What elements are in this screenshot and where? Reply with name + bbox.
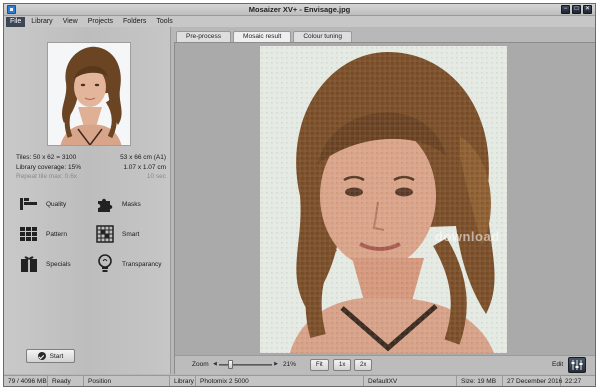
status-library-label: Library [170, 375, 196, 386]
start-button-label: Start [49, 352, 64, 360]
left-panel: Tiles: 50 x 62 = 3100 53 x 66 cm (A1) Li… [4, 27, 171, 374]
stat-row: Library coverage: 15% 1.07 x 1.07 cm [16, 163, 166, 173]
tool-specials[interactable]: Specials [18, 253, 71, 275]
quality-icon [18, 194, 40, 214]
mosaic-result-image[interactable] [260, 46, 507, 353]
transparency-icon [94, 254, 116, 274]
menu-bar: File Library View Projects Folders Tools [4, 16, 595, 27]
status-position: Position [84, 375, 170, 386]
stat-row: Repeat tile max: 0.6x 10 sec [16, 172, 166, 182]
source-image-thumbnail[interactable] [47, 42, 131, 146]
sliders-icon [571, 360, 583, 370]
zoom-fit-button[interactable]: Fit [310, 359, 329, 371]
tab-colour-tuning[interactable]: Colour tuning [293, 31, 353, 42]
edit-label: Edit [552, 361, 564, 368]
menu-library[interactable]: Library [27, 17, 56, 27]
zoom-2x-button[interactable]: 2x [354, 359, 373, 371]
zoom-toolbar: Zoom ◀ ▶ 21% Fit 1x 2x Edit [175, 355, 595, 374]
tool-masks[interactable]: Masks [94, 193, 141, 215]
masks-icon [94, 194, 116, 214]
slider-track [219, 364, 272, 366]
tool-masks-label: Masks [122, 200, 141, 208]
smart-icon [94, 224, 116, 244]
status-state: Ready [48, 375, 84, 386]
tool-quality-label: Quality [46, 200, 67, 208]
render-time-text: 10 sec [146, 173, 166, 180]
repeat-tile-text: Repeat tile max: 0.6x [16, 173, 78, 180]
main-panel: download Zoom ◀ ▶ 21% Fit 1x 2x Edit [174, 42, 595, 374]
menu-view[interactable]: View [59, 17, 82, 27]
status-library: Photomix 2 5000 [196, 375, 364, 386]
library-coverage-text: Library coverage: 15% [16, 163, 82, 171]
pattern-icon [18, 224, 40, 244]
menu-projects[interactable]: Projects [84, 17, 117, 27]
window-title: Mosaizer XV+ - Envisage.jpg [248, 5, 351, 14]
tile-count-text: Tiles: 50 x 62 = 3100 [16, 154, 77, 161]
check-icon [37, 352, 46, 360]
tool-specials-label: Specials [46, 260, 71, 268]
zoom-1x-button[interactable]: 1x [333, 359, 352, 371]
app-window: Mosaizer XV+ - Envisage.jpg − □ ✕ File L… [3, 3, 596, 387]
tab-pre-process[interactable]: Pre-process [176, 31, 232, 42]
tool-smart[interactable]: Smart [94, 223, 139, 245]
status-bar: 79 / 4096 MB Ready Position Library Phot… [4, 375, 595, 386]
view-tabs: Pre-process Mosaic result Colour tuning [176, 31, 353, 42]
window-controls: − □ ✕ [561, 5, 592, 14]
menu-file[interactable]: File [6, 16, 26, 27]
edit-button[interactable] [568, 357, 586, 373]
tab-mosaic-result[interactable]: Mosaic result [233, 31, 292, 42]
mosaic-canvas[interactable]: download [175, 43, 595, 355]
tool-quality[interactable]: Quality [18, 193, 66, 215]
tool-pattern-label: Pattern [46, 230, 67, 238]
status-date: 27 December 2016 [503, 375, 562, 386]
stat-row: Tiles: 50 x 62 = 3100 53 x 66 cm (A1) [16, 153, 166, 163]
tool-pattern[interactable]: Pattern [18, 223, 67, 245]
print-size-text: 53 x 66 cm (A1) [120, 154, 166, 161]
zoom-label: Zoom [192, 361, 209, 368]
status-size: Size: 19 MB [457, 375, 503, 386]
zoom-slider[interactable]: ◀ ▶ [213, 360, 278, 369]
status-memory: 79 / 4096 MB [4, 375, 48, 386]
status-preset: DefaultXV [364, 375, 457, 386]
tile-size-text: 1.07 x 1.07 cm [123, 163, 166, 171]
specials-icon [18, 254, 40, 274]
zoom-value: 21% [283, 361, 297, 368]
close-button[interactable]: ✕ [583, 5, 592, 14]
watermark-text: download [435, 229, 500, 244]
tool-smart-label: Smart [122, 230, 140, 238]
menu-tools[interactable]: Tools [152, 17, 176, 27]
status-time: 22:27 [565, 377, 582, 385]
slider-left-arrow-icon[interactable]: ◀ [213, 361, 217, 367]
slider-right-arrow-icon[interactable]: ▶ [274, 361, 278, 367]
portrait-thumbnail-image [48, 43, 130, 145]
menu-folders[interactable]: Folders [119, 17, 150, 27]
minimize-button[interactable]: − [561, 5, 570, 14]
tool-transparency[interactable]: Transparancy [94, 253, 162, 275]
maximize-button[interactable]: □ [572, 5, 581, 14]
title-bar: Mosaizer XV+ - Envisage.jpg − □ ✕ [4, 4, 595, 16]
mosaic-stats: Tiles: 50 x 62 = 3100 53 x 66 cm (A1) Li… [16, 153, 166, 182]
tool-transparency-label: Transparancy [122, 260, 162, 268]
start-button[interactable]: Start [26, 349, 75, 363]
mosaic-portrait-image [260, 46, 507, 353]
slider-thumb[interactable] [227, 360, 233, 369]
